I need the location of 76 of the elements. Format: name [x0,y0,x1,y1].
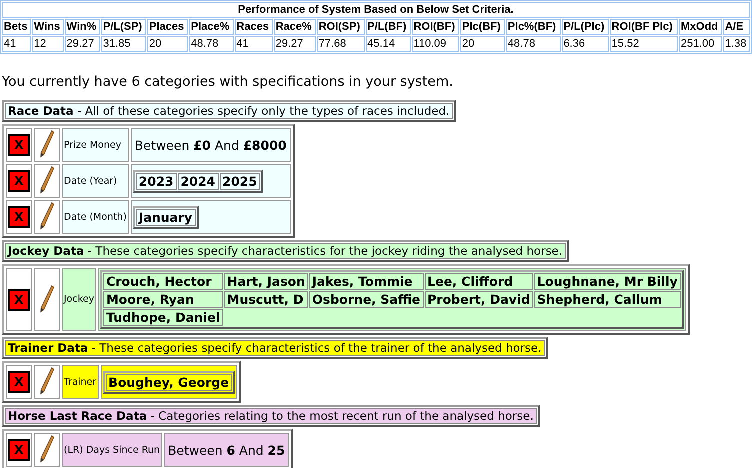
selection-chip: Tudhope, Daniel [103,309,224,326]
table-cell: 12 [32,36,64,52]
delete-button[interactable]: X [8,170,30,192]
pencil-icon[interactable] [39,367,55,397]
column-header: Plc%(BF) [506,19,561,35]
selection-chip: Boughey, George [106,374,232,390]
table-title: Performance of System Based on Below Set Criteria. [2,2,750,18]
selection-chip: Osborne, Saffie [309,291,424,308]
category-value: Between 6 And 25 [164,433,290,467]
category-name: Date (Year) [62,164,129,198]
table-cell: 29.27 [274,36,316,52]
selection-chip: January [136,208,196,226]
selection-chip: Crouch, Hector [103,273,224,290]
section-header: Horse Last Race Data - Categories relating to the most recent run of the analysed horse. [5,408,537,424]
table-cell: 15.52 [610,36,678,52]
category-name: Jockey [62,268,96,331]
column-header: Race% [274,19,316,35]
table-cell: 251.00 [679,36,722,52]
table-cell: 29.27 [64,36,100,52]
column-header: Place% [189,19,234,35]
column-header: ROI(BF Plc) [610,19,678,35]
table-cell: 77.68 [316,36,365,52]
pencil-icon[interactable] [39,435,55,465]
column-header: Plc(BF) [460,19,505,35]
selection-chip: Shepherd, Callum [534,291,681,308]
selection-chip: Muscutt, D [224,291,308,308]
delete-button[interactable]: X [8,371,30,393]
table-cell: 41 [234,36,273,52]
section-header: Race Data - All of these categories specify only the types of races included. [5,103,453,119]
column-header: Bets [2,19,32,35]
column-header: P/L(Plc) [562,19,609,35]
section-header: Jockey Data - These categories specify characteristics for the jockey riding the analysed horse. [5,243,566,259]
table-cell: 20 [147,36,188,52]
delete-button[interactable]: X [8,439,30,461]
category-value: Between £0 And £8000 [130,128,291,162]
table-cell: 20 [460,36,505,52]
delete-button[interactable]: X [8,134,30,156]
selection-chip: 2025 [220,172,260,190]
column-header: ROI(BF) [412,19,460,35]
pencil-icon[interactable] [39,202,55,232]
category-name: (LR) Days Since Run [62,433,162,467]
category-name: Date (Month) [62,200,129,234]
pencil-icon[interactable] [39,166,55,196]
selection-chip: Probert, David [424,291,534,308]
table-cell: 45.14 [366,36,411,52]
column-header: Wins [32,19,64,35]
table-cell: 1.38 [723,36,750,52]
column-header: Places [147,19,188,35]
selection-chip: Jakes, Tommie [309,273,424,290]
table-cell: 110.09 [412,36,460,52]
column-header: P/L(SP) [101,19,146,35]
pencil-icon[interactable] [39,284,55,314]
summary-text: You currently have 6 categories with specifications in your system. [2,74,454,90]
table-cell: 48.78 [506,36,561,52]
column-header: ROI(SP) [316,19,365,35]
pencil-icon[interactable] [39,130,55,160]
category-name: Trainer [62,365,99,399]
category-name: Prize Money [62,128,129,162]
column-header: Win% [64,19,100,35]
selection-chip: Hart, Jason [224,273,308,290]
table-cell: 6.36 [562,36,609,52]
column-header: A/E [723,19,750,35]
column-header: P/L(BF) [366,19,411,35]
selection-chip: Lee, Clifford [424,273,534,290]
delete-button[interactable]: X [8,288,30,310]
column-header: Races [234,19,273,35]
table-cell: 48.78 [189,36,234,52]
column-header: MxOdd [679,19,722,35]
selection-chip: Loughnane, Mr Billy [534,273,681,290]
delete-button[interactable]: X [8,206,30,228]
section-header: Trainer Data - These categories specify characteristics of the trainer of the analysed horse. [5,340,545,356]
selection-chip: 2024 [178,172,219,190]
selection-chip: 2023 [136,172,177,190]
selection-chip: Moore, Ryan [103,291,224,308]
table-cell: 41 [2,36,32,52]
table-cell: 31.85 [101,36,146,52]
